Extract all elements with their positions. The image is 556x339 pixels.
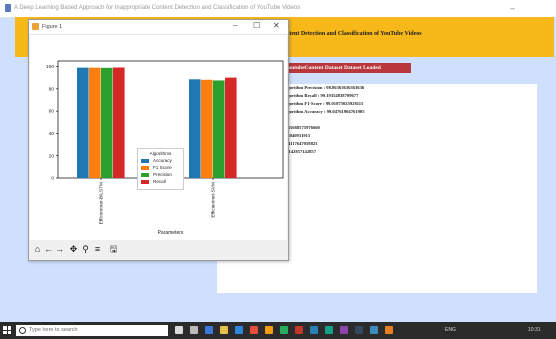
bar — [89, 67, 101, 178]
y-tick-label: 100 — [46, 64, 54, 70]
back-icon[interactable]: ← — [43, 244, 54, 255]
save-icon[interactable]: 🖫 — [108, 244, 119, 255]
home-icon[interactable]: ⌂ — [32, 244, 43, 255]
bar — [77, 67, 89, 178]
search-icon — [19, 327, 26, 334]
pan-icon[interactable]: ✥ — [68, 244, 79, 255]
windows-start-icon[interactable] — [3, 326, 11, 334]
legend-item: F1 Score — [141, 165, 182, 171]
cortana-icon[interactable] — [175, 326, 183, 334]
legend-label: Accuracy — [153, 158, 172, 163]
figure-maximize-button[interactable]: ☐ — [253, 21, 260, 30]
figure-taskbar-icon[interactable] — [385, 326, 393, 334]
y-tick-label: 80 — [49, 86, 55, 92]
legend-label: Precision — [153, 172, 172, 177]
configure-icon[interactable]: ≡ — [92, 244, 103, 255]
legend-swatch — [141, 166, 149, 170]
legend-swatch — [141, 173, 149, 177]
figure-close-button[interactable]: ✕ — [273, 21, 280, 30]
y-tick-label: 20 — [49, 153, 55, 159]
app-blue-icon[interactable] — [310, 326, 318, 334]
legend-swatch — [141, 159, 149, 163]
chrome-icon[interactable] — [280, 326, 288, 334]
app-red2-icon[interactable] — [295, 326, 303, 334]
store-icon[interactable] — [235, 326, 243, 334]
app-minimize-button[interactable]: – — [510, 3, 515, 13]
y-tick-label: 60 — [49, 109, 55, 115]
legend-item: Recall — [141, 179, 182, 185]
bar — [189, 79, 201, 178]
bar — [101, 67, 113, 178]
python-icon[interactable] — [370, 326, 378, 334]
edge-icon[interactable] — [205, 326, 213, 334]
bar — [201, 79, 213, 178]
legend-label: Recall — [153, 179, 166, 184]
app-teal-icon[interactable] — [325, 326, 333, 334]
app-orange-icon[interactable] — [265, 326, 273, 334]
bar-chart: 0 20 40 60 80 100 Efficientnet-BiLSTM Efficient… — [46, 60, 284, 236]
status-label: YoutubeContent Dataset Dataset Loaded — [283, 63, 411, 73]
chart-legend: Algorithms Accuracy F1 Score Precision R… — [137, 148, 184, 190]
tray-language[interactable]: ENG — [445, 327, 456, 333]
taskbar: Type here to search ENG 10:31 — [0, 322, 556, 339]
tray-clock[interactable]: 10:31 — [528, 327, 541, 333]
app-purple-icon[interactable] — [340, 326, 348, 334]
zoom-icon[interactable]: ⚲ — [80, 244, 91, 255]
figure-titlebar: Figure 1 – ☐ ✕ — [29, 20, 288, 35]
legend-item: Precision — [141, 172, 182, 178]
page-title: ontent Detection and Classification of Y… — [283, 31, 422, 37]
figure-minimize-button[interactable]: – — [233, 21, 237, 30]
legend-swatch — [141, 180, 149, 184]
x-tick-label: Efficientnet-BiLSTM — [99, 182, 105, 224]
y-tick-label: 40 — [49, 131, 55, 137]
x-tick-label: Efficientnet-SVM — [211, 182, 217, 218]
app-dark-icon[interactable] — [355, 326, 363, 334]
legend-item: Accuracy — [141, 158, 182, 164]
figure-window: Figure 1 – ☐ ✕ 0 20 40 60 80 100 Efficientnet-… — [28, 19, 289, 261]
taskbar-search-input[interactable]: Type here to search — [16, 325, 168, 336]
plot-area: 0 20 40 60 80 100 Efficientnet-BiLSTM Efficient… — [30, 35, 287, 240]
app-titlebar: A Deep Learning Based Approach for Inapp… — [0, 0, 556, 18]
file-explorer-icon[interactable] — [220, 326, 228, 334]
figure-app-icon — [32, 23, 39, 30]
legend-title: Algorithms — [149, 151, 172, 156]
forward-icon[interactable]: → — [54, 244, 65, 255]
figure-toolbar: ⌂ ← → ✥ ⚲ ≡ 🖫 — [30, 241, 287, 259]
app-red-icon[interactable] — [250, 326, 258, 334]
bar — [213, 80, 225, 178]
app-window-title: A Deep Learning Based Approach for Inapp… — [14, 5, 301, 11]
bar — [225, 77, 237, 178]
figure-title: Figure 1 — [42, 24, 63, 30]
y-tick-label: 0 — [51, 176, 54, 182]
task-view-icon[interactable] — [190, 326, 198, 334]
bar — [113, 67, 125, 178]
search-placeholder: Type here to search — [29, 327, 78, 333]
python-feather-icon — [5, 4, 11, 12]
x-axis-label: Parameters — [158, 230, 184, 236]
legend-label: F1 Score — [153, 165, 172, 170]
